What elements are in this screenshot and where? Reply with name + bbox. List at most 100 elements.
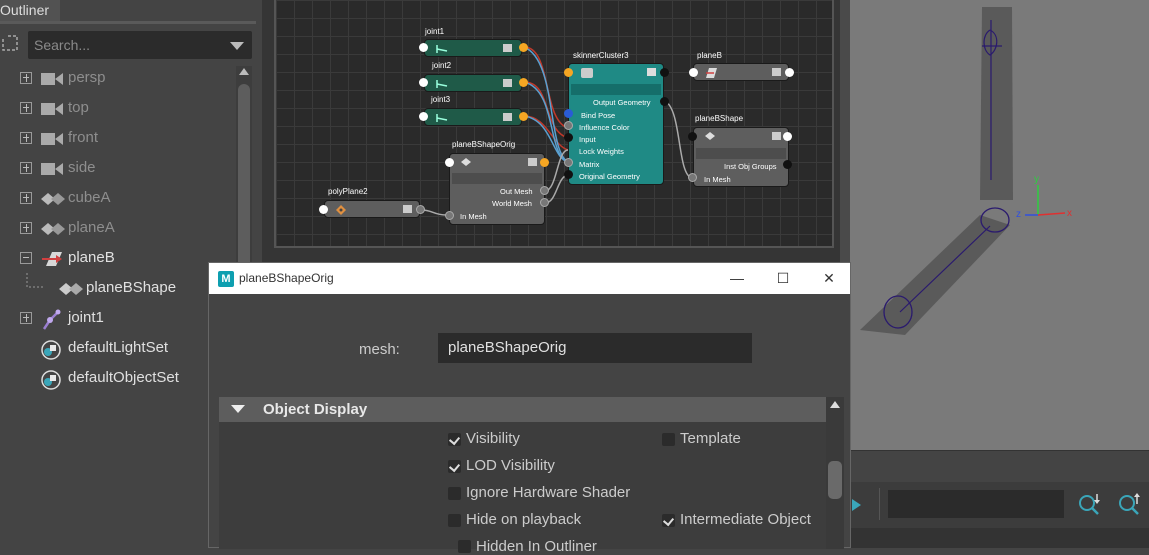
play-icon[interactable]	[850, 498, 862, 512]
outliner-item-planeBShape[interactable]: planeBShape	[0, 273, 236, 303]
outliner-item-front[interactable]: front	[0, 123, 236, 153]
port-in[interactable]	[688, 132, 697, 141]
label-lod-visibility: LOD Visibility	[466, 457, 555, 474]
outliner-item-cubeA[interactable]: cubeA	[0, 183, 236, 213]
node-menu-icon[interactable]	[403, 205, 412, 213]
node-menu-icon[interactable]	[772, 68, 781, 76]
outliner-item-persp[interactable]: persp	[0, 63, 236, 93]
port-in-mesh[interactable]	[688, 173, 697, 182]
time-slider[interactable]	[850, 450, 1149, 482]
node-menu-icon[interactable]	[528, 158, 537, 166]
port-input[interactable]	[564, 133, 573, 142]
node-planeBShape[interactable]: Inst Obj Groups In Mesh	[693, 127, 789, 187]
checkbox-hide-on-playback[interactable]	[448, 514, 461, 527]
expand-icon[interactable]	[20, 222, 32, 234]
label-hidden-in-outliner: Hidden In Outliner	[476, 538, 597, 555]
port-out[interactable]	[540, 158, 549, 167]
node-menu-icon[interactable]	[772, 132, 781, 140]
port-bind-pose[interactable]	[564, 109, 573, 118]
status-line	[850, 528, 1149, 548]
outliner-item-label: defaultObjectSet	[68, 369, 179, 386]
node-menu-icon[interactable]	[503, 44, 512, 52]
outliner-item-top[interactable]: top	[0, 93, 236, 123]
window-titlebar[interactable]: M planeBShapeOrig — ☐ ✕	[209, 263, 850, 294]
port-in[interactable]	[419, 112, 428, 121]
port-in[interactable]	[419, 43, 428, 52]
port-world-mesh[interactable]	[540, 198, 549, 207]
search-down-icon[interactable]	[1077, 492, 1103, 518]
scroll-up-icon[interactable]	[830, 401, 840, 408]
attribute-scrollbar[interactable]	[826, 397, 844, 549]
port-out[interactable]	[785, 68, 794, 77]
port-out[interactable]	[660, 68, 669, 77]
port-in[interactable]	[689, 68, 698, 77]
minimize-button[interactable]: —	[714, 263, 760, 294]
port-out-mesh[interactable]	[540, 186, 549, 195]
node-planeBShapeOrig[interactable]: Out Mesh World Mesh In Mesh	[449, 153, 545, 225]
node-menu-icon[interactable]	[647, 68, 656, 76]
viewport-3d[interactable]: y z x	[850, 0, 1149, 450]
node-joint2[interactable]	[424, 74, 522, 92]
collapse-arrow-icon[interactable]	[231, 405, 245, 413]
expand-icon[interactable]	[20, 132, 32, 144]
port-out[interactable]	[519, 43, 528, 52]
tab-outliner[interactable]: Outliner	[0, 0, 60, 21]
port-in[interactable]	[445, 158, 454, 167]
node-joint1[interactable]	[424, 39, 522, 57]
port-in[interactable]	[419, 78, 428, 87]
outliner-item-planeB[interactable]: planeB	[0, 243, 236, 273]
outliner-item-defaultLightSet[interactable]: defaultLightSet	[0, 333, 236, 363]
filter-icon[interactable]	[0, 32, 22, 56]
close-button[interactable]: ✕	[806, 263, 852, 294]
expand-icon[interactable]	[20, 312, 32, 324]
scroll-up-icon[interactable]	[239, 68, 249, 75]
checkbox-ignore-hardware-shader[interactable]	[448, 487, 461, 500]
expand-icon[interactable]	[20, 162, 32, 174]
node-skinnerCluster3[interactable]: Output Geometry Bind Pose Influence Colo…	[568, 63, 664, 185]
search-dropdown-icon[interactable]	[230, 42, 244, 50]
maximize-button[interactable]: ☐	[760, 263, 806, 294]
section-header-object-display[interactable]: Object Display	[219, 397, 826, 422]
search-up-icon[interactable]	[1117, 492, 1143, 518]
port-matrix[interactable]	[564, 158, 573, 167]
node-menu-icon[interactable]	[503, 113, 512, 121]
outliner-item-defaultObjectSet[interactable]: defaultObjectSet	[0, 363, 236, 393]
port-inst-obj-groups[interactable]	[783, 160, 792, 169]
port-in[interactable]	[319, 205, 328, 214]
scroll-thumb[interactable]	[828, 461, 842, 499]
attr-output-geometry: Output Geometry	[593, 98, 651, 107]
attr-in-mesh: In Mesh	[460, 212, 487, 221]
panel-divider	[840, 0, 850, 262]
node-menu-icon[interactable]	[503, 79, 512, 87]
expand-icon[interactable]	[20, 192, 32, 204]
mesh-name-field[interactable]: planeBShapeOrig	[438, 333, 752, 363]
port-influence-color[interactable]	[564, 121, 573, 130]
port-out[interactable]	[783, 132, 792, 141]
node-planeB[interactable]	[693, 63, 789, 81]
port-out[interactable]	[519, 112, 528, 121]
outliner-item-planeA[interactable]: planeA	[0, 213, 236, 243]
expand-icon[interactable]	[20, 72, 32, 84]
port-output-geometry[interactable]	[660, 97, 669, 106]
node-polyPlane2[interactable]	[324, 200, 420, 218]
joint-icon	[436, 80, 448, 88]
port-in-mesh[interactable]	[445, 211, 454, 220]
command-input[interactable]	[888, 490, 1064, 518]
port-original-geometry[interactable]	[564, 170, 573, 179]
checkbox-visibility[interactable]	[448, 433, 461, 446]
scroll-thumb[interactable]	[238, 84, 250, 284]
checkbox-hidden-in-outliner[interactable]	[458, 540, 471, 553]
port-in[interactable]	[564, 68, 573, 77]
search-input[interactable]: Search...	[28, 31, 252, 59]
checkbox-intermediate-object[interactable]	[662, 514, 675, 527]
port-out[interactable]	[416, 205, 425, 214]
attr-input: Input	[579, 135, 596, 144]
checkbox-lod-visibility[interactable]	[448, 460, 461, 473]
outliner-item-joint1[interactable]: joint1	[0, 303, 236, 333]
outliner-item-side[interactable]: side	[0, 153, 236, 183]
expand-icon[interactable]	[20, 102, 32, 114]
port-out[interactable]	[519, 78, 528, 87]
collapse-icon[interactable]	[20, 252, 32, 264]
node-joint3[interactable]	[424, 108, 522, 126]
checkbox-template[interactable]	[662, 433, 675, 446]
